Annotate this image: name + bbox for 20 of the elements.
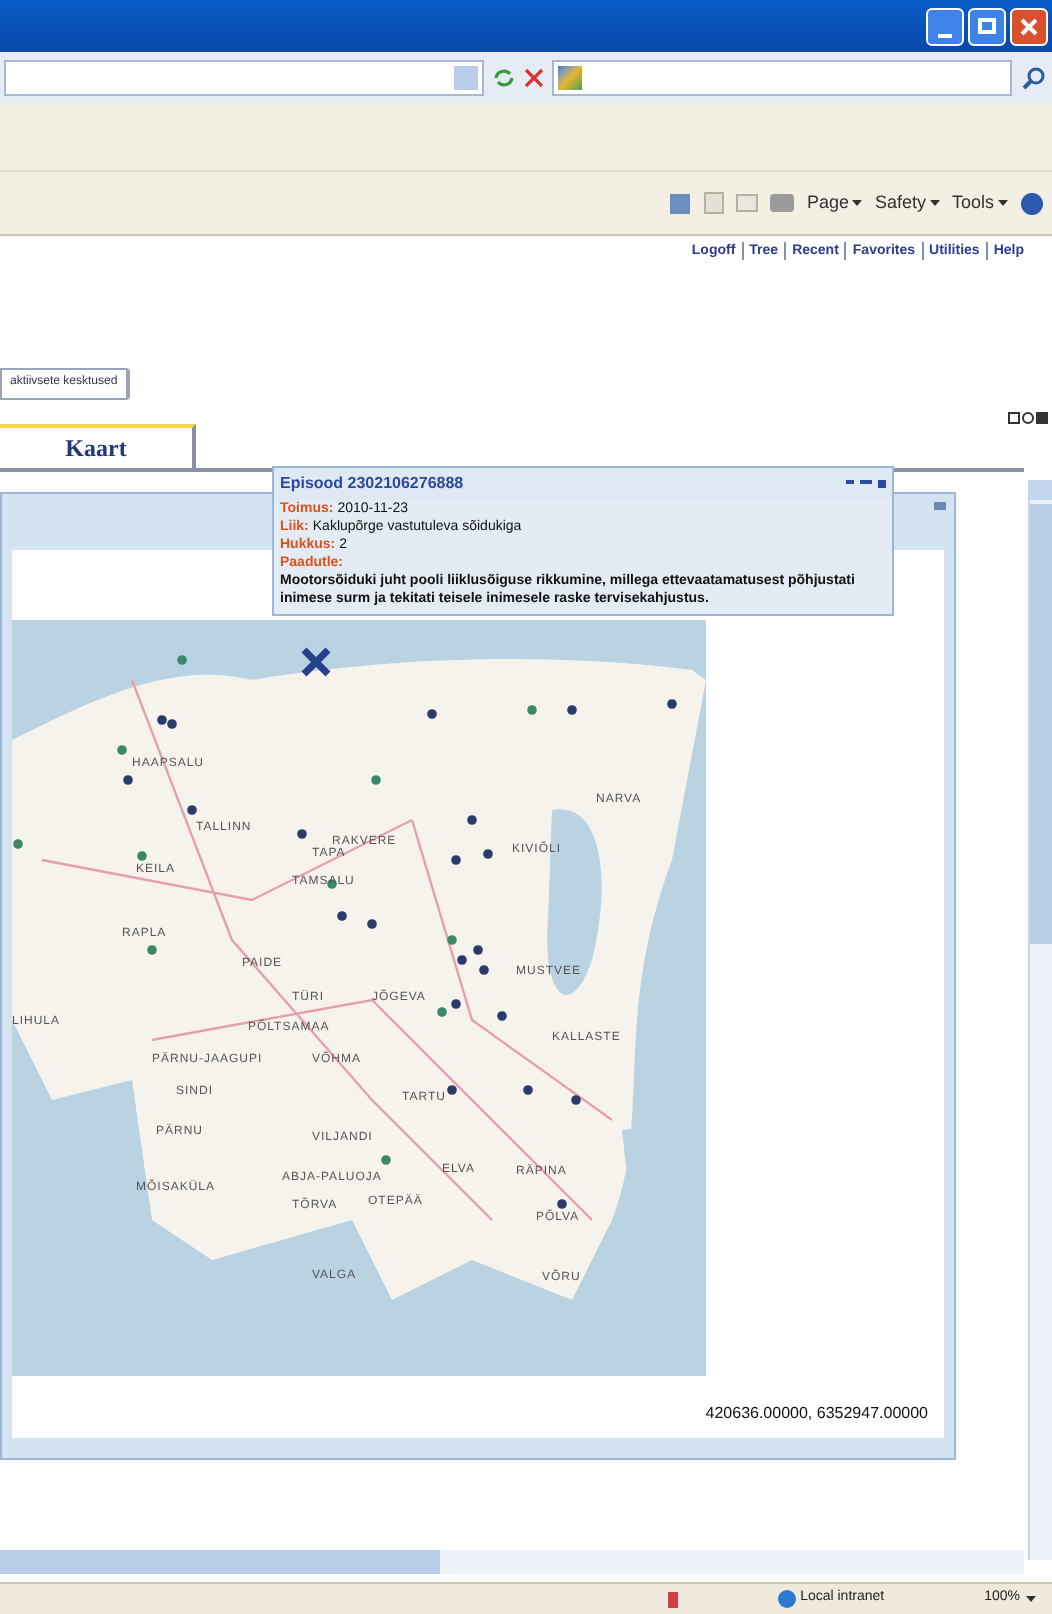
caret-icon	[1026, 1596, 1036, 1602]
command-menu[interactable]: Tools	[951, 189, 1008, 217]
map-tab[interactable]: Kaart	[0, 423, 196, 467]
scrollbar-thumb[interactable]	[1030, 504, 1052, 944]
command-menu[interactable]: Page	[806, 189, 863, 217]
minimize-button[interactable]	[926, 7, 964, 45]
coordinates-readout: 420636.00000, 6352947.00000	[705, 1401, 928, 1425]
search-provider-icon	[558, 66, 582, 90]
caret-icon	[929, 200, 940, 206]
caret-icon	[998, 200, 1008, 206]
caret-icon	[852, 200, 863, 206]
search-field[interactable]	[552, 60, 1012, 96]
horizontal-scrollbar-thumb[interactable]	[0, 1550, 440, 1574]
command-menu[interactable]: Safety	[874, 189, 940, 217]
search-icon[interactable]	[1020, 64, 1048, 92]
address-field[interactable]	[4, 60, 484, 96]
close-button[interactable]	[1010, 7, 1048, 45]
stop-icon[interactable]	[524, 68, 544, 88]
maximize-button[interactable]	[968, 7, 1006, 45]
popup-title: Episood 2302106276888	[280, 472, 464, 496]
